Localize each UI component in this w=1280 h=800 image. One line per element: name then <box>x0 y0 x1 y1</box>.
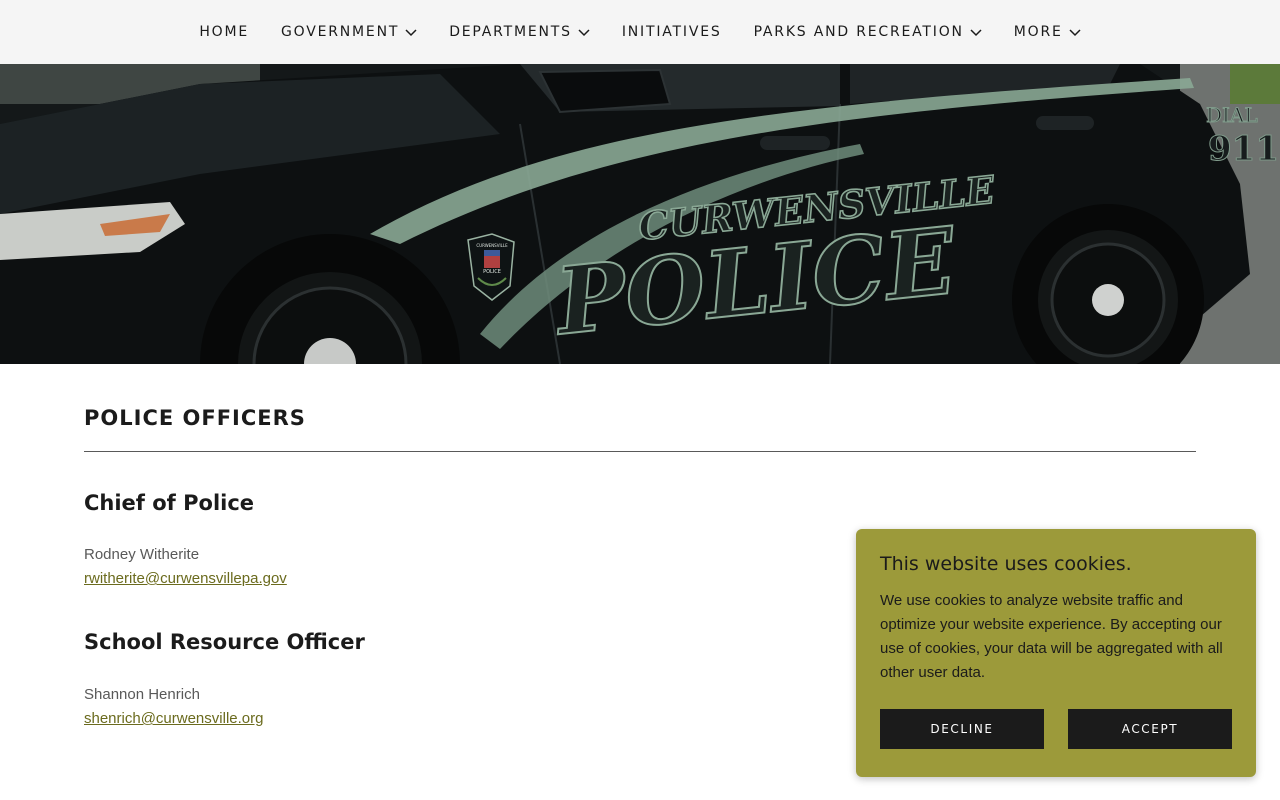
officer-name: Rodney Witherite <box>84 546 200 563</box>
police-car-illustration: CURWENSVILLE POLICE DIAL 911 POLICE CURW… <box>0 64 1280 364</box>
nav-label: MORE <box>1013 24 1063 40</box>
cookie-text: We use cookies to analyze website traffi… <box>880 592 1223 681</box>
officer-email-link[interactable]: shenrich@curwensville.org <box>84 710 263 727</box>
nav-label: PARKS AND RECREATION <box>753 24 964 40</box>
decline-button[interactable]: DECLINE <box>880 709 1044 749</box>
badge-label-top: CURWENSVILLE <box>476 243 508 248</box>
cookie-actions: DECLINE ACCEPT <box>880 709 1232 749</box>
nav-item-government[interactable]: GOVERNMENT <box>281 24 417 40</box>
nav-label: DEPARTMENTS <box>449 24 572 40</box>
cookie-banner: This website uses cookies. We use cookie… <box>856 529 1256 777</box>
nav-label: GOVERNMENT <box>281 24 400 40</box>
section-title: POLICE OFFICERS <box>84 406 306 430</box>
cookie-title: This website uses cookies. <box>880 553 1132 575</box>
chevron-down-icon <box>578 29 590 37</box>
officer-name: Shannon Henrich <box>84 686 200 703</box>
nav-item-departments[interactable]: DEPARTMENTS <box>449 24 590 40</box>
main-nav: HOME GOVERNMENT DEPARTMENTS INITIATIVES … <box>0 0 1280 64</box>
officer-role: Chief of Police <box>84 491 255 515</box>
hero-image: CURWENSVILLE POLICE DIAL 911 POLICE CURW… <box>0 64 1280 364</box>
nav-item-more[interactable]: MORE <box>1014 24 1081 40</box>
dial-number: 911 <box>1208 129 1279 169</box>
nav-label: INITIATIVES <box>621 24 722 40</box>
nav-label: HOME <box>199 24 249 40</box>
officer-email-link[interactable]: rwitherite@curwensvillepa.gov <box>84 570 287 587</box>
accept-button[interactable]: ACCEPT <box>1068 709 1232 749</box>
section-divider <box>84 451 1196 452</box>
dial-text: DIAL <box>1206 103 1258 127</box>
chevron-down-icon <box>405 29 417 37</box>
chevron-down-icon <box>970 29 982 37</box>
badge-label: POLICE <box>483 269 501 275</box>
nav-item-parks-and-recreation[interactable]: PARKS AND RECREATION <box>754 24 982 40</box>
nav-item-initiatives[interactable]: INITIATIVES <box>622 24 722 40</box>
officer-role: School Resource Officer <box>84 630 365 654</box>
chevron-down-icon <box>1069 29 1081 37</box>
nav-item-home[interactable]: HOME <box>199 24 249 40</box>
